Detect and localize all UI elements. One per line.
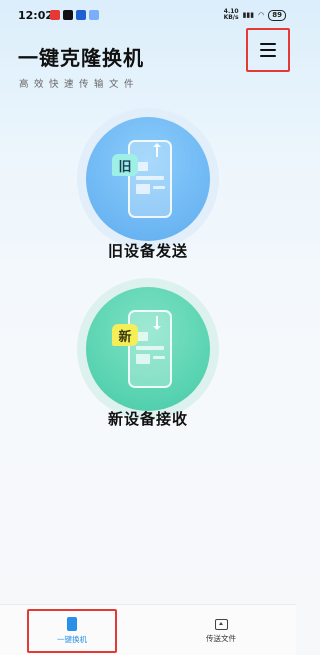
nav-label: 一键换机 (57, 635, 87, 644)
net-speed: 4.10 KB/s (224, 9, 239, 21)
old-device-halo: 旧 (77, 108, 219, 250)
tiktok-icon (63, 10, 73, 20)
old-device-send-button[interactable]: 旧 旧设备发送 (77, 108, 219, 260)
new-badge: 新 (112, 324, 138, 346)
nav-one-click-switch[interactable]: 一键换机 (27, 609, 117, 653)
folder-icon (214, 618, 228, 630)
status-time: 12:02 (18, 9, 54, 22)
page-title: 一键克隆换机 (18, 46, 144, 70)
nav-label: 传送文件 (206, 633, 236, 643)
old-device-circle: 旧 (86, 117, 210, 241)
new-device-halo: 新 (77, 278, 219, 420)
phone-icon (128, 140, 172, 218)
red-app-icon (50, 10, 60, 20)
blue-app-icon (76, 10, 86, 20)
page-subtitle: 高效快速传输文件 (19, 79, 140, 90)
new-device-receive-button[interactable]: 新 新设备接收 (77, 278, 219, 428)
old-device-label: 旧设备发送 (107, 242, 188, 260)
message-icon (89, 10, 99, 20)
notification-icons (50, 10, 99, 20)
signal-icon: ▮▮▮ (242, 11, 255, 19)
old-badge: 旧 (112, 154, 138, 176)
status-indicators: 4.10 KB/s ▮▮▮ ◠ 89 (224, 9, 286, 21)
download-arrow-icon (153, 316, 161, 330)
wifi-icon: ◠ (258, 11, 265, 19)
battery-icon: 89 (268, 9, 286, 21)
net-speed-unit: KB/s (223, 14, 239, 21)
bottom-nav: 一键换机 传送文件 (0, 604, 296, 655)
phone-clone-icon (67, 617, 77, 631)
hamburger-menu-icon (260, 43, 276, 57)
phone-icon (128, 310, 172, 388)
menu-button[interactable] (246, 28, 290, 72)
new-device-circle: 新 (86, 287, 210, 411)
upload-arrow-icon (153, 143, 161, 157)
new-device-label: 新设备接收 (107, 410, 188, 428)
status-bar: 12:02 4.10 KB/s ▮▮▮ ◠ 89 (0, 0, 296, 30)
nav-transfer-files[interactable]: 传送文件 (176, 609, 266, 653)
